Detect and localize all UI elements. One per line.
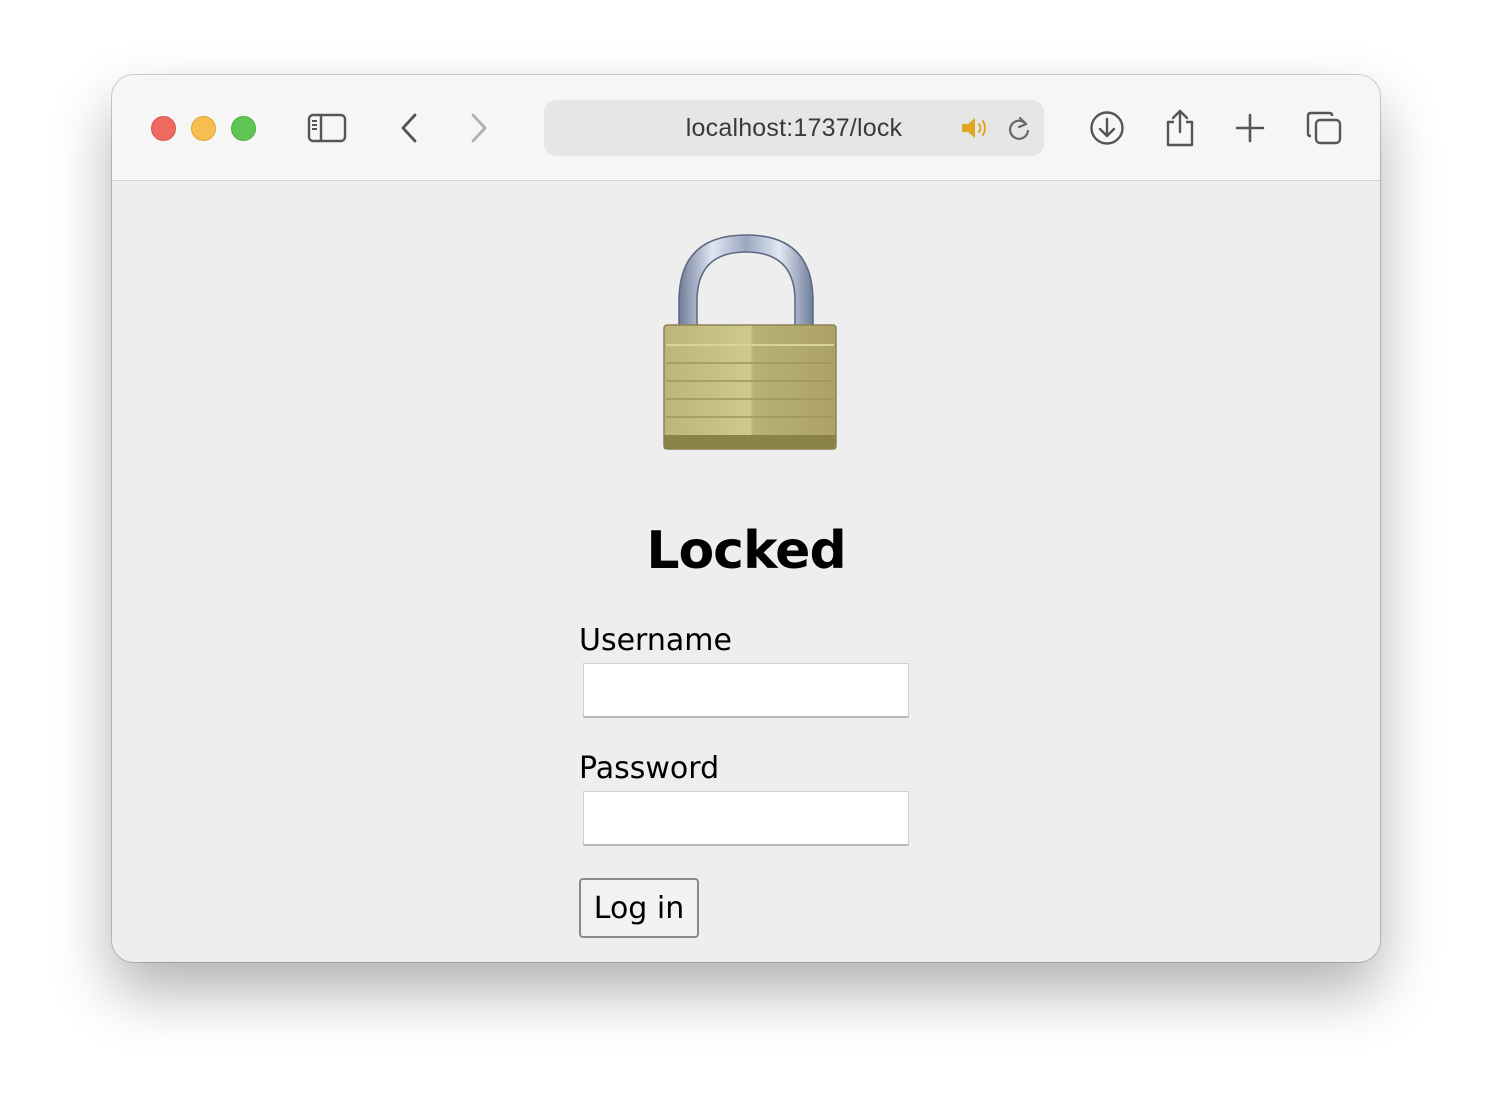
page-title: Locked — [646, 521, 846, 581]
username-label: Username — [579, 623, 732, 658]
sidebar-icon[interactable] — [306, 75, 348, 181]
plus-icon[interactable] — [1234, 75, 1266, 181]
browser-toolbar: localhost:1737/lock — [112, 75, 1380, 181]
login-button[interactable]: Log in — [579, 878, 699, 938]
username-field[interactable] — [583, 663, 909, 718]
address-bar[interactable]: localhost:1737/lock — [544, 100, 1044, 156]
username-input[interactable] — [584, 664, 908, 716]
zoom-window-button[interactable] — [231, 116, 256, 141]
download-icon[interactable] — [1088, 75, 1126, 181]
password-label: Password — [579, 751, 720, 786]
speaker-icon[interactable] — [960, 116, 990, 144]
chevron-right-icon[interactable] — [464, 75, 494, 181]
share-icon[interactable] — [1162, 75, 1198, 181]
password-field[interactable] — [583, 791, 909, 846]
tab-overview-icon[interactable] — [1304, 75, 1344, 181]
chevron-left-icon[interactable] — [394, 75, 424, 181]
close-window-button[interactable] — [151, 116, 176, 141]
minimize-window-button[interactable] — [191, 116, 216, 141]
browser-window: localhost:1737/lock Locked Username Pass… — [112, 75, 1380, 962]
lock-icon — [652, 227, 842, 457]
page-content: Locked Username Password Log in — [112, 181, 1380, 962]
password-input[interactable] — [584, 792, 908, 844]
reload-icon[interactable] — [1006, 115, 1032, 147]
